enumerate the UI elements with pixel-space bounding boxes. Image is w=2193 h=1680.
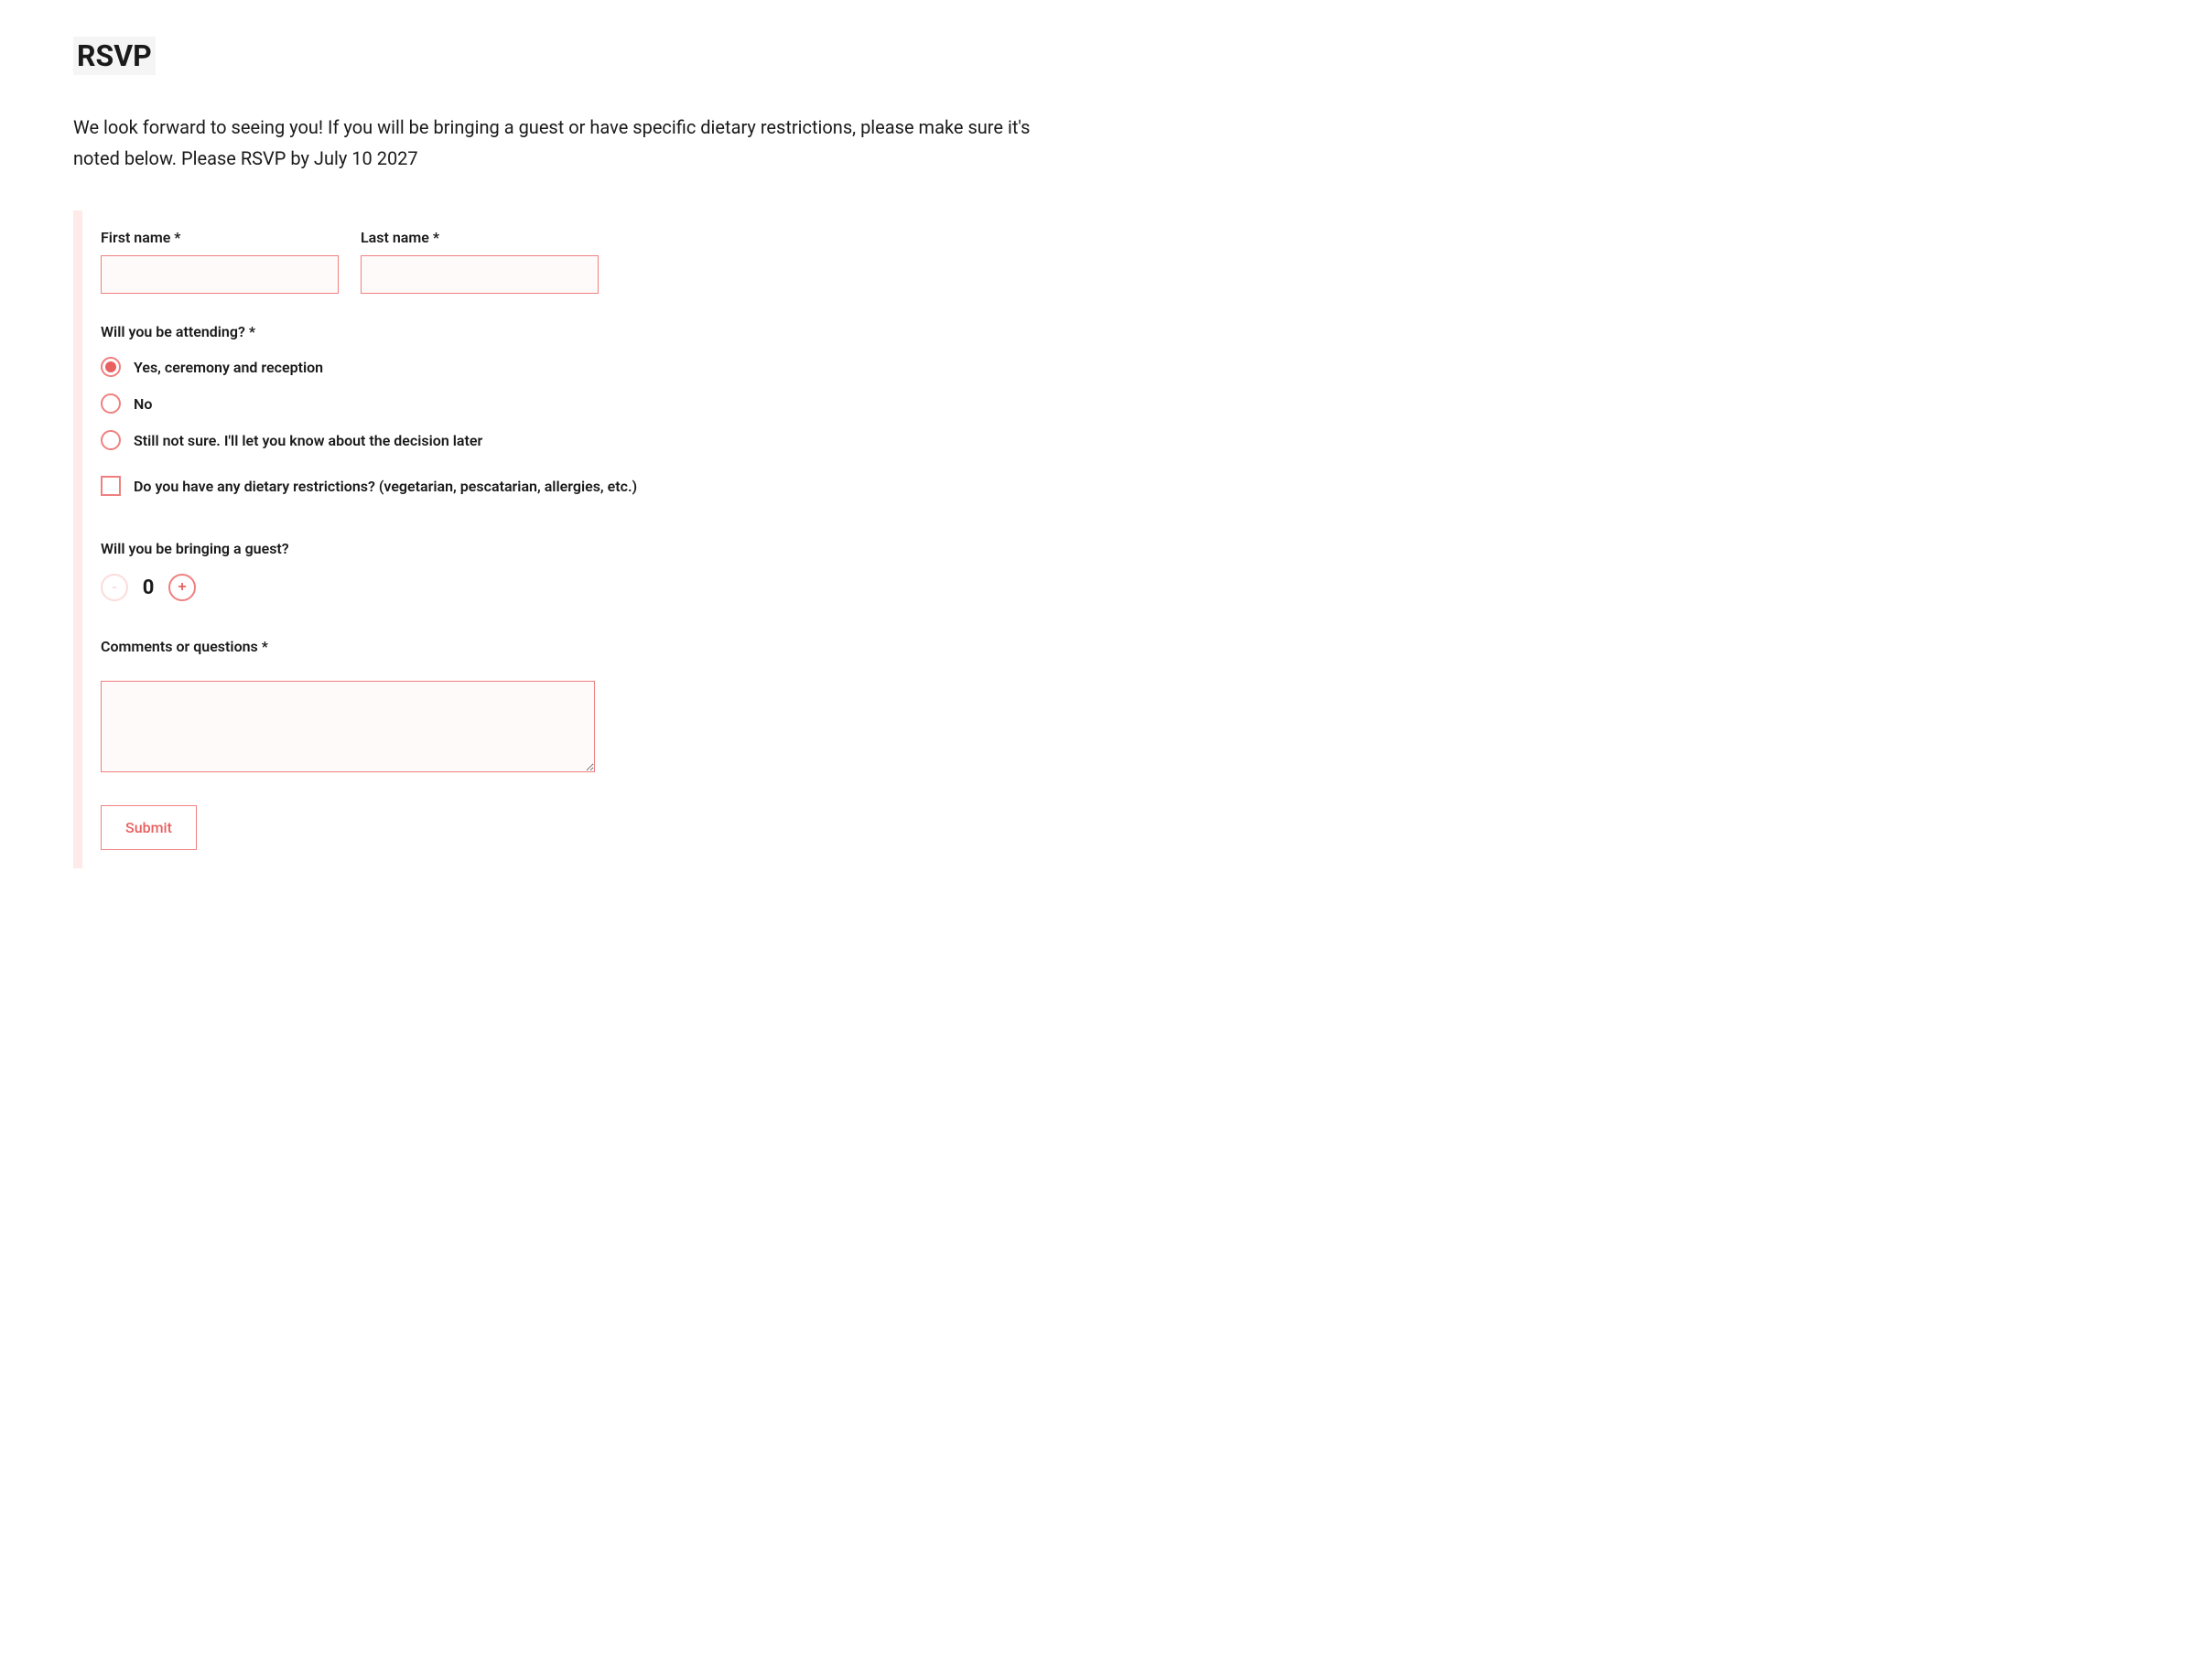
radio-label: No: [134, 395, 152, 413]
dietary-checkbox-row[interactable]: Do you have any dietary restrictions? (v…: [101, 476, 2120, 496]
intro-text: We look forward to seeing you! If you wi…: [73, 112, 1080, 174]
radio-icon: [101, 357, 121, 377]
guest-label: Will you be bringing a guest?: [101, 540, 2120, 557]
radio-icon: [101, 430, 121, 450]
page-title: RSVP: [73, 37, 156, 75]
attending-group: Will you be attending? * Yes, ceremony a…: [101, 323, 2120, 450]
attending-label: Will you be attending? *: [101, 323, 2120, 340]
comments-section: Comments or questions *: [101, 638, 2120, 776]
stepper-minus-button[interactable]: -: [101, 574, 128, 601]
first-name-label: First name *: [101, 229, 339, 246]
comments-textarea[interactable]: [101, 681, 595, 772]
radio-option-notsure[interactable]: Still not sure. I'll let you know about …: [101, 430, 2120, 450]
dietary-label: Do you have any dietary restrictions? (v…: [134, 478, 637, 495]
guest-section: Will you be bringing a guest? - 0 +: [101, 540, 2120, 601]
radio-option-no[interactable]: No: [101, 393, 2120, 414]
last-name-input[interactable]: [361, 255, 599, 294]
radio-label: Still not sure. I'll let you know about …: [134, 432, 482, 449]
guest-stepper: - 0 +: [101, 574, 2120, 601]
name-row: First name * Last name *: [101, 229, 2120, 294]
stepper-plus-button[interactable]: +: [168, 574, 196, 601]
radio-option-yes[interactable]: Yes, ceremony and reception: [101, 357, 2120, 377]
checkbox-icon: [101, 476, 121, 496]
radio-icon: [101, 393, 121, 414]
comments-label: Comments or questions *: [101, 638, 2120, 655]
rsvp-form: First name * Last name * Will you be att…: [73, 210, 2120, 868]
stepper-value: 0: [141, 576, 156, 599]
last-name-label: Last name *: [361, 229, 599, 246]
radio-label: Yes, ceremony and reception: [134, 359, 323, 376]
last-name-group: Last name *: [361, 229, 599, 294]
submit-button[interactable]: Submit: [101, 805, 197, 850]
first-name-group: First name *: [101, 229, 339, 294]
first-name-input[interactable]: [101, 255, 339, 294]
